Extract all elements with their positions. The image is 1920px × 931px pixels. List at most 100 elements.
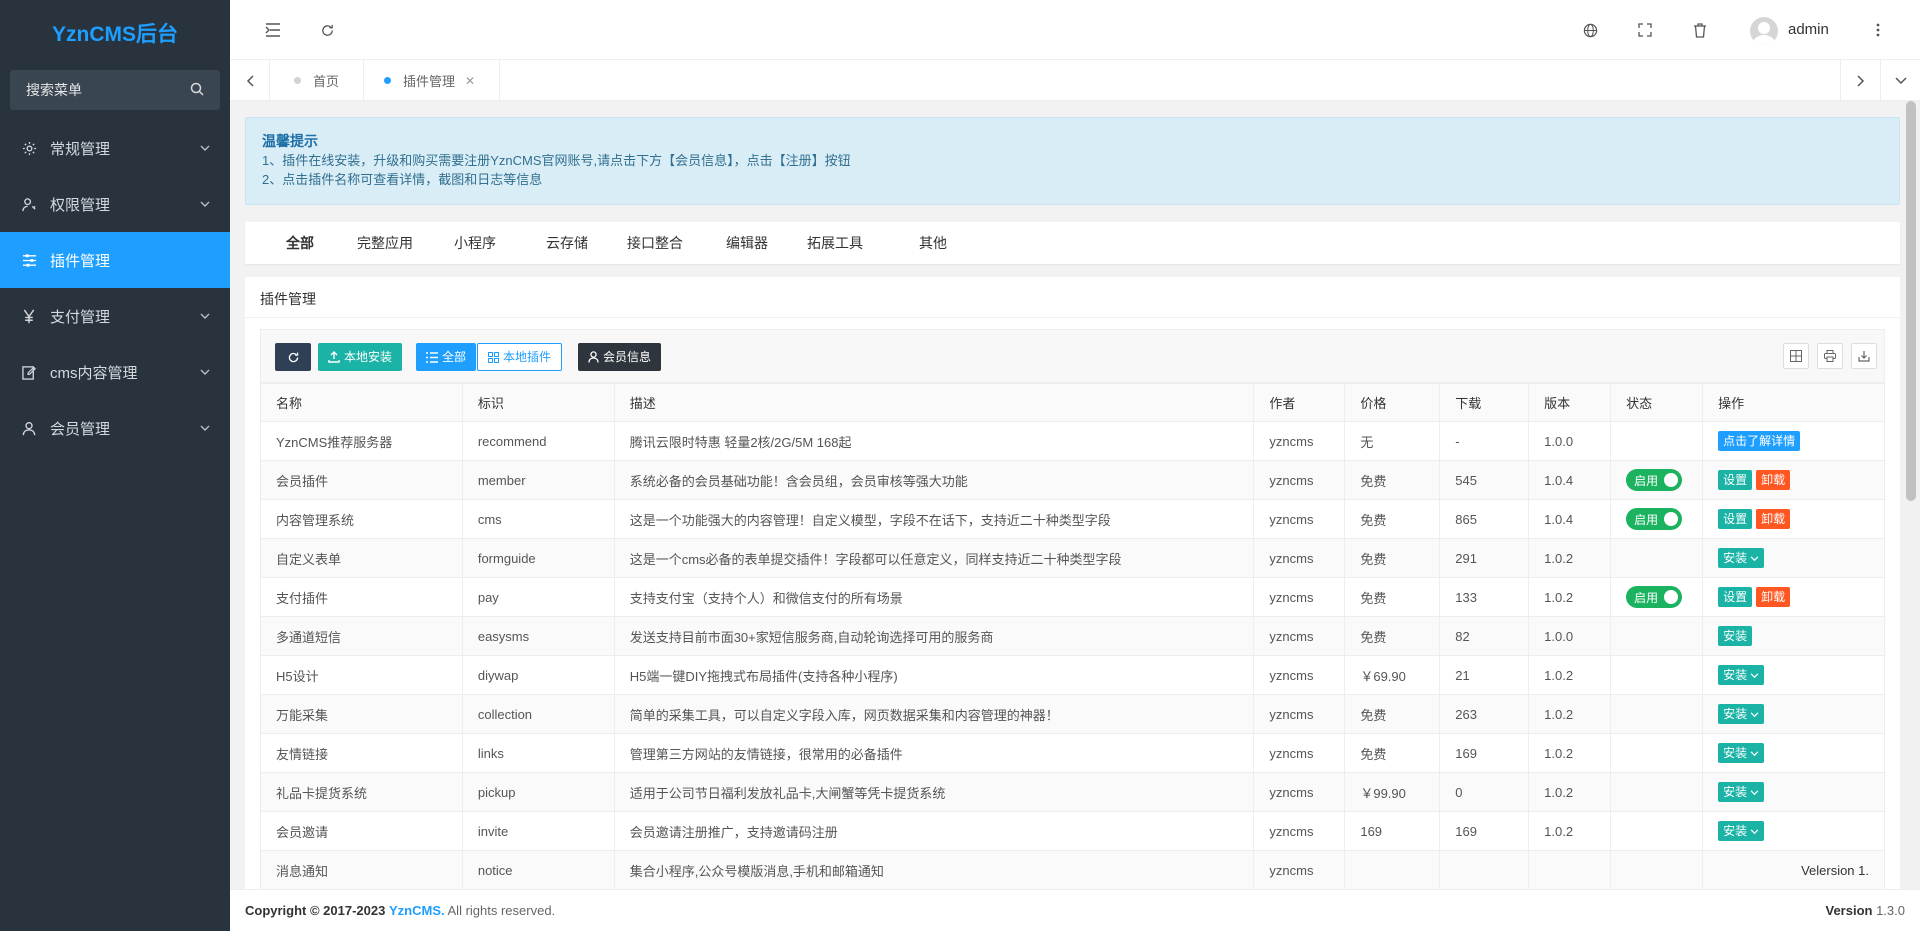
install-dropdown-button[interactable]: 安装 [1718, 743, 1765, 763]
install-dropdown-button[interactable]: 安装 [1718, 821, 1765, 841]
table-row[interactable]: 礼品卡提货系统 pickup 适用于公司节日福利发放礼品卡,大闸蟹等凭卡提货系统 yz… [260, 772, 1885, 812]
category-tab-5[interactable]: 编辑器 [707, 222, 787, 264]
category-tab-1[interactable]: 完整应用 [345, 222, 425, 264]
install-dropdown-button[interactable]: 安装 [1718, 665, 1765, 685]
uninstall-button[interactable]: 卸载 [1756, 509, 1791, 529]
category-tab-2[interactable]: 小程序 [435, 222, 515, 264]
close-icon[interactable]: ✕ [465, 74, 475, 88]
column-header[interactable]: 下载 [1439, 383, 1530, 422]
sidebar-item-2[interactable]: 插件管理 [0, 232, 230, 288]
table-row[interactable]: 消息通知 notice 集合小程序,公众号模版消息,手机和邮箱通知 yzncms Vel… [260, 850, 1885, 890]
page-scrollbar[interactable] [1902, 101, 1920, 889]
sidebar-item-4[interactable]: cms内容管理 [0, 344, 230, 400]
settings-button[interactable]: 设置 [1718, 509, 1753, 529]
column-header[interactable]: 价格 [1344, 383, 1441, 422]
plugin-name[interactable]: 自定义表单 [260, 538, 463, 578]
details-button[interactable]: 点击了解详情 [1718, 431, 1801, 451]
enable-toggle[interactable]: 启用 [1626, 508, 1683, 530]
tab-plugin-management[interactable]: 插件管理 ✕ [360, 60, 501, 101]
enable-toggle[interactable]: 启用 [1626, 586, 1683, 608]
plugin-price: 免费 [1344, 694, 1441, 734]
plugin-name[interactable]: H5设计 [260, 655, 463, 695]
plugin-id: recommend [461, 421, 615, 461]
plugin-name[interactable]: 多通道短信 [260, 616, 463, 656]
sidebar-item-5[interactable]: 会员管理 [0, 400, 230, 456]
sidebar-item-3[interactable]: 支付管理 [0, 288, 230, 344]
uninstall-button[interactable]: 卸载 [1756, 587, 1791, 607]
more-vertical-icon[interactable] [1868, 20, 1888, 40]
plugin-name[interactable]: 消息通知 [260, 850, 463, 890]
plugin-name[interactable]: YznCMS推荐服务器 [260, 421, 463, 461]
user-name[interactable]: admin [1788, 21, 1829, 38]
scrollbar-thumb[interactable] [1906, 101, 1916, 501]
export-icon[interactable] [1851, 343, 1877, 369]
table-row[interactable]: YznCMS推荐服务器 recommend 腾讯云限时特惠 轻量2核/2G/5M 1… [260, 421, 1885, 461]
category-tab-0[interactable]: 全部 [260, 222, 340, 264]
filter-all-button[interactable]: 全部 [416, 343, 477, 371]
plugin-name[interactable]: 会员插件 [260, 460, 463, 500]
plugin-name[interactable]: 万能采集 [260, 694, 463, 734]
column-header[interactable]: 操作 [1702, 383, 1885, 422]
menu-toggle-icon[interactable] [263, 20, 283, 40]
settings-button[interactable]: 设置 [1718, 470, 1753, 490]
sidebar-item-0[interactable]: 常规管理 [0, 120, 230, 176]
table-row[interactable]: 自定义表单 formguide 这是一个cms必备的表单提交插件！字段都可以任意定义… [260, 538, 1885, 578]
column-header[interactable]: 名称 [260, 383, 463, 422]
column-header[interactable]: 标识 [461, 383, 615, 422]
column-header[interactable]: 状态 [1610, 383, 1704, 422]
sidebar-item-1[interactable]: 权限管理 [0, 176, 230, 232]
tab-home[interactable]: 首页 [270, 60, 365, 101]
table-row[interactable]: 会员插件 member 系统必备的会员基础功能！含会员组，会员审核等强大功能 yznc… [260, 460, 1885, 500]
table-row[interactable]: 友情链接 links 管理第三方网站的友情链接，很常用的必备插件 yzncms 免费 16… [260, 733, 1885, 773]
plugin-name[interactable]: 内容管理系统 [260, 499, 463, 539]
menu-search-input[interactable]: 搜索菜单 [10, 70, 220, 110]
local-plugins-button[interactable]: 本地插件 [477, 343, 563, 371]
table-row[interactable]: 会员邀请 invite 会员邀请注册推广，支持邀请码注册 yzncms 169 169 1.… [260, 811, 1885, 851]
search-icon[interactable] [190, 82, 204, 99]
page-tabs-bar: 首页 插件管理 ✕ [230, 60, 1920, 101]
category-tab-6[interactable]: 拓展工具 [795, 222, 875, 264]
category-tab-3[interactable]: 云存储 [527, 222, 607, 264]
plugin-desc: 系统必备的会员基础功能！含会员组，会员审核等强大功能 [613, 460, 1255, 500]
plugin-name[interactable]: 支付插件 [260, 577, 463, 617]
member-info-button[interactable]: 会员信息 [578, 343, 662, 371]
avatar[interactable] [1750, 17, 1778, 45]
tabs-scroll-right-icon[interactable] [1840, 60, 1880, 101]
refresh-icon[interactable] [317, 20, 337, 40]
column-header[interactable]: 作者 [1253, 383, 1346, 422]
plugin-name[interactable]: 友情链接 [260, 733, 463, 773]
tabs-dropdown-icon[interactable] [1880, 60, 1920, 101]
globe-icon[interactable] [1580, 20, 1600, 40]
trash-icon[interactable] [1690, 20, 1710, 40]
plugin-status: 启用 [1610, 577, 1704, 617]
category-tab-7[interactable]: 其他 [893, 222, 973, 264]
refresh-button[interactable] [275, 343, 311, 371]
plugin-name[interactable]: 会员邀请 [260, 811, 463, 851]
settings-button[interactable]: 设置 [1718, 587, 1753, 607]
enable-toggle[interactable]: 启用 [1626, 469, 1683, 491]
chevron-down-icon [200, 197, 210, 211]
install-dropdown-button[interactable]: 安装 [1718, 782, 1765, 802]
category-tab-4[interactable]: 接口整合 [615, 222, 695, 264]
table-row[interactable]: 万能采集 collection 简单的采集工具，可以自定义字段入库，网页数据采集和内… [260, 694, 1885, 734]
print-icon[interactable] [1817, 343, 1843, 369]
column-header[interactable]: 版本 [1528, 383, 1612, 422]
install-dropdown-button[interactable]: 安装 [1718, 548, 1765, 568]
columns-toggle-icon[interactable] [1783, 343, 1809, 369]
plugin-name[interactable]: 礼品卡提货系统 [260, 772, 463, 812]
install-dropdown-button[interactable]: 安装 [1718, 704, 1765, 724]
app-logo[interactable]: YznCMS后台 [0, 0, 230, 66]
table-row[interactable]: 支付插件 pay 支持支付宝（支持个人）和微信支付的所有场景 yzncms 免费 133 1… [260, 577, 1885, 617]
user-key-icon [20, 197, 38, 212]
tabs-scroll-left-icon[interactable] [230, 60, 270, 101]
brand-link[interactable]: YznCMS. [389, 903, 445, 918]
table-row[interactable]: 多通道短信 easysms 发送支持目前市面30+家短信服务商,自动轮询选择可用的服… [260, 616, 1885, 656]
uninstall-button[interactable]: 卸载 [1756, 470, 1791, 490]
column-header[interactable]: 描述 [613, 383, 1255, 422]
fullscreen-icon[interactable] [1635, 20, 1655, 40]
yen-icon [20, 309, 38, 324]
install-button[interactable]: 安装 [1718, 626, 1753, 646]
table-row[interactable]: 内容管理系统 cms 这是一个功能强大的内容管理！自定义模型，字段不在话下，支持近二… [260, 499, 1885, 539]
table-row[interactable]: H5设计 diywap H5端一键DIY拖拽式布局插件(支持各种小程序) yzncms… [260, 655, 1885, 695]
local-install-button[interactable]: 本地安装 [318, 343, 403, 371]
